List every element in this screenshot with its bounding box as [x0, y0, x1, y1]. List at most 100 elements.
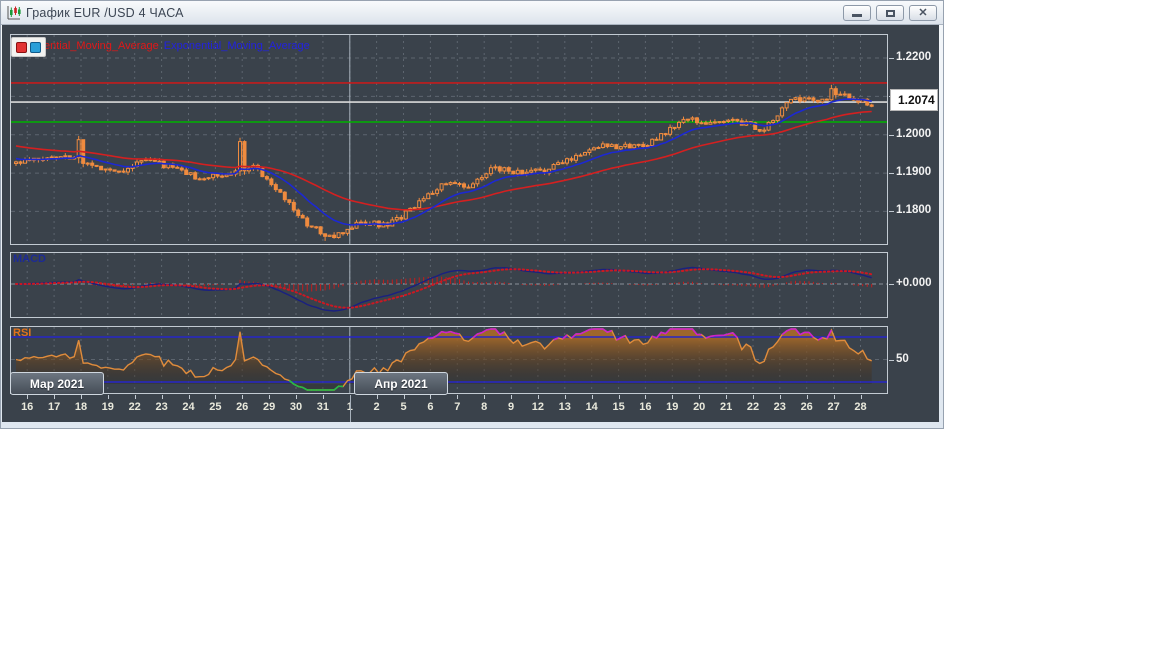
- x-axis-tick: [430, 395, 432, 399]
- x-axis-label: 21: [719, 401, 733, 413]
- x-axis-label: 27: [827, 401, 840, 413]
- x-axis-tick: [322, 395, 324, 399]
- x-axis-label: 24: [182, 401, 195, 413]
- price-axis-tick: [889, 173, 894, 175]
- x-axis-tick: [833, 395, 835, 399]
- price-axis-label: 1.1900: [896, 166, 932, 179]
- x-axis-tick: [511, 395, 512, 399]
- title-bar[interactable]: График EUR /USD 4 ЧАСА ✕: [1, 1, 943, 25]
- minimize-icon: [852, 14, 862, 17]
- x-axis-label: 16: [639, 401, 652, 413]
- x-axis-tick: [779, 395, 781, 399]
- x-axis-label: 26: [236, 401, 249, 413]
- rsi-axis-tick: [889, 359, 894, 361]
- candlestick-chart-icon: [6, 5, 22, 21]
- x-axis-tick: [564, 395, 566, 399]
- x-axis-label: 13: [558, 401, 571, 413]
- x-axis-tick: [188, 395, 190, 399]
- price-axis-label: 1.1800: [896, 204, 932, 217]
- month-marker-apr-2021: Апр 2021: [354, 372, 448, 395]
- price-axis-label: 1.2000: [896, 127, 932, 140]
- x-axis-tick: [403, 395, 405, 399]
- x-axis-label: 17: [47, 401, 61, 413]
- rsi-mid-label: 50: [896, 353, 909, 365]
- minimize-button[interactable]: [843, 5, 871, 21]
- x-axis-label: 8: [481, 401, 488, 413]
- desktop-background: График EUR /USD 4 ЧАСА ✕ ential_Moving_A…: [0, 0, 1152, 648]
- x-axis-tick: [618, 395, 620, 399]
- x-axis-label: 23: [155, 401, 168, 413]
- month-marker-mar-2021: Мар 2021: [10, 372, 104, 395]
- window-title: График EUR /USD 4 ЧАСА: [26, 5, 184, 20]
- current-price-value: 1.2074: [898, 93, 935, 107]
- ema-blue-legend-label: Exponential_Moving_Average: [163, 40, 310, 52]
- date-axis[interactable]: 1617181922232425262930311256789121314151…: [2, 395, 939, 422]
- macd-zero-label: +0.000: [896, 277, 932, 289]
- rsi-label: RSI: [13, 327, 32, 339]
- legend: ential_Moving_Average Exponential_Moving_…: [44, 40, 310, 52]
- x-axis-tick: [242, 395, 244, 399]
- price-axis-tick: [889, 211, 894, 213]
- x-axis-label: 7: [454, 401, 461, 413]
- x-axis-label: 22: [746, 401, 760, 413]
- rsi-panel[interactable]: RSI: [10, 326, 888, 394]
- x-axis-label: 31: [316, 401, 330, 413]
- x-axis-tick: [376, 395, 378, 399]
- macd-panel[interactable]: MACD: [10, 252, 888, 318]
- rsi-canvas[interactable]: [10, 326, 888, 394]
- ema-red-legend-label: ential_Moving_Average: [44, 40, 159, 52]
- x-axis-label: 14: [585, 401, 598, 413]
- x-axis-label: 20: [693, 401, 706, 413]
- x-axis-tick: [645, 395, 647, 399]
- price-axis-label: 1.2200: [896, 51, 932, 63]
- x-axis-tick: [269, 395, 271, 399]
- red-ema-swatch-button[interactable]: [16, 41, 27, 53]
- x-axis-label: 18: [74, 401, 88, 413]
- x-axis-tick: [215, 395, 217, 399]
- x-axis-label: 16: [21, 401, 34, 413]
- x-axis-label: 15: [612, 401, 625, 413]
- chart-client-area: ential_Moving_Average Exponential_Moving_…: [2, 25, 939, 422]
- price-axis-tick: [889, 58, 894, 59]
- x-axis-label: 22: [128, 401, 141, 413]
- x-axis-tick: [753, 395, 754, 399]
- x-axis-tick: [457, 395, 459, 399]
- x-axis-label: 19: [101, 401, 114, 413]
- macd-label: MACD: [13, 253, 46, 265]
- x-axis-tick: [27, 395, 29, 399]
- x-axis-tick: [806, 395, 808, 399]
- x-axis-tick: [672, 395, 674, 399]
- price-axis-tick: [889, 134, 894, 136]
- chart-window[interactable]: График EUR /USD 4 ЧАСА ✕ ential_Moving_A…: [0, 0, 944, 429]
- x-axis-tick: [161, 395, 163, 399]
- x-axis-tick: [296, 395, 297, 399]
- x-axis-tick: [484, 395, 486, 399]
- x-axis-label: 6: [427, 401, 434, 413]
- x-axis-tick: [591, 395, 593, 399]
- indicator-buttons: [11, 37, 46, 57]
- month-separator: [349, 395, 351, 422]
- x-axis-label: 30: [289, 401, 303, 413]
- restore-icon: [885, 9, 895, 17]
- x-axis-label: 5: [400, 401, 407, 413]
- x-axis-label: 9: [507, 401, 515, 413]
- blue-ema-swatch-button[interactable]: [30, 41, 41, 53]
- x-axis-tick: [54, 395, 56, 399]
- x-axis-tick: [134, 395, 136, 399]
- macd-canvas[interactable]: [10, 252, 888, 318]
- price-axis[interactable]: 1.2074 1.22001.21001.20001.19001.1800+0.…: [888, 25, 939, 422]
- x-axis-label: 29: [262, 401, 276, 413]
- close-button[interactable]: ✕: [909, 5, 937, 21]
- price-chart-canvas[interactable]: [10, 34, 888, 245]
- current-price-badge: 1.2074: [890, 89, 938, 111]
- close-icon: ✕: [918, 6, 928, 19]
- price-chart-panel[interactable]: ential_Moving_Average Exponential_Moving_…: [10, 34, 888, 245]
- restore-button[interactable]: [876, 5, 904, 21]
- x-axis-label: 12: [531, 401, 545, 413]
- x-axis-tick: [726, 395, 728, 399]
- x-axis-label: 26: [800, 401, 813, 413]
- x-axis-label: 23: [773, 401, 786, 413]
- macd-axis-tick: [889, 284, 894, 285]
- x-axis-label: 19: [666, 401, 679, 413]
- x-axis-tick: [81, 395, 82, 399]
